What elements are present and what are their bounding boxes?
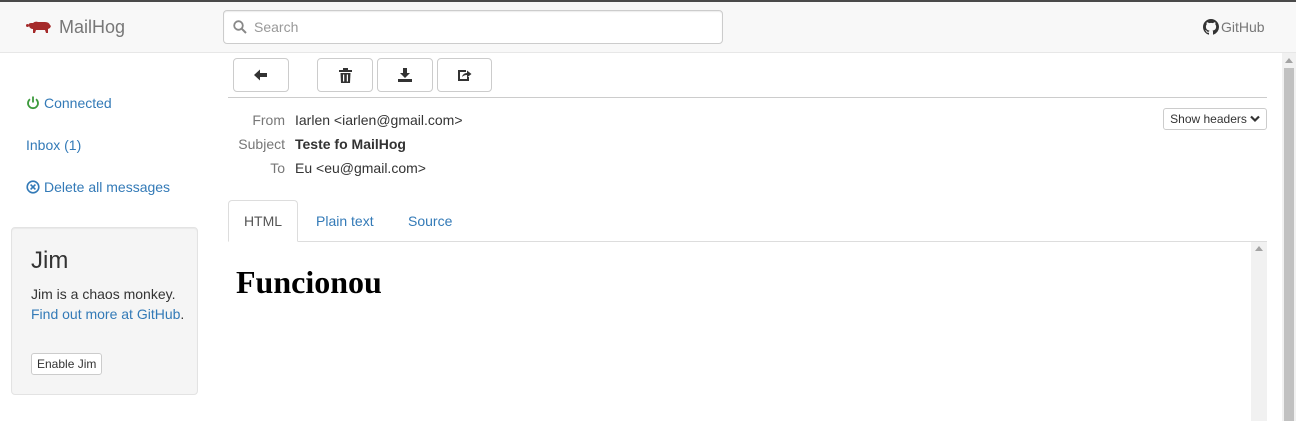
jim-description-block: Jim is a chaos monkey. Find out more at … — [31, 284, 191, 324]
page-scrollbar-thumb[interactable] — [1284, 68, 1294, 421]
message-body-heading: Funcionou — [236, 264, 382, 300]
from-value: Iarlen <iarlen@gmail.com> — [295, 112, 463, 128]
tab-source[interactable]: Source — [393, 200, 467, 242]
github-link[interactable]: GitHub — [1203, 18, 1265, 36]
tab-html[interactable]: HTML — [228, 200, 298, 242]
subject-value: Teste fo MailHog — [295, 136, 406, 152]
github-icon — [1203, 19, 1219, 35]
download-icon — [398, 68, 412, 82]
brand-link[interactable]: MailHog — [26, 16, 125, 38]
sidebar-item-inbox[interactable]: Inbox (1) — [26, 135, 81, 155]
page-scrollbar[interactable] — [1282, 53, 1296, 421]
from-label: From — [252, 112, 285, 128]
preview-scrollbar[interactable] — [1251, 242, 1267, 421]
subject-label: Subject — [238, 136, 285, 152]
show-headers-label: Show headers — [1170, 112, 1247, 126]
connected-status-link[interactable]: Connected — [26, 93, 112, 113]
jim-trailing: . — [180, 306, 185, 322]
delete-message-button[interactable] — [317, 58, 373, 92]
search-icon — [233, 20, 247, 37]
navbar: MailHog GitHub — [0, 2, 1296, 53]
remove-circle-icon — [26, 180, 40, 194]
jim-title: Jim — [31, 247, 69, 274]
share-icon — [458, 70, 472, 81]
chevron-down-icon — [1250, 115, 1260, 123]
search-input[interactable] — [254, 11, 714, 43]
jim-panel: Jim Jim is a chaos monkey. Find out more… — [11, 227, 198, 395]
arrow-left-icon — [254, 69, 267, 81]
trash-icon — [338, 67, 352, 83]
release-message-button[interactable] — [437, 58, 492, 92]
jim-description: Jim is a chaos monkey. — [31, 286, 176, 302]
power-icon — [26, 96, 40, 110]
delete-all-messages-link[interactable]: Delete all messages — [26, 177, 170, 197]
scroll-up-arrow-icon[interactable] — [1255, 246, 1263, 251]
back-button[interactable] — [233, 58, 289, 92]
tab-plain-text[interactable]: Plain text — [301, 200, 389, 242]
page-scroll-up-arrow-icon[interactable] — [1285, 58, 1293, 63]
delete-all-label: Delete all messages — [44, 179, 171, 195]
enable-jim-button[interactable]: Enable Jim — [31, 353, 103, 375]
message-preview: Funcionou — [228, 242, 1251, 421]
inbox-label: Inbox (1) — [26, 137, 82, 153]
download-button[interactable] — [377, 58, 433, 92]
toolbar-divider — [228, 97, 1267, 98]
github-label: GitHub — [1221, 19, 1265, 35]
show-headers-button[interactable]: Show headers — [1163, 108, 1267, 130]
pig-logo-icon — [26, 21, 51, 33]
connected-label: Connected — [44, 95, 112, 111]
jim-github-link[interactable]: Find out more at GitHub — [31, 306, 180, 322]
to-value: Eu <eu@gmail.com> — [295, 160, 426, 176]
search-box — [223, 10, 723, 44]
to-label: To — [270, 160, 285, 176]
brand-name: MailHog — [59, 16, 126, 37]
